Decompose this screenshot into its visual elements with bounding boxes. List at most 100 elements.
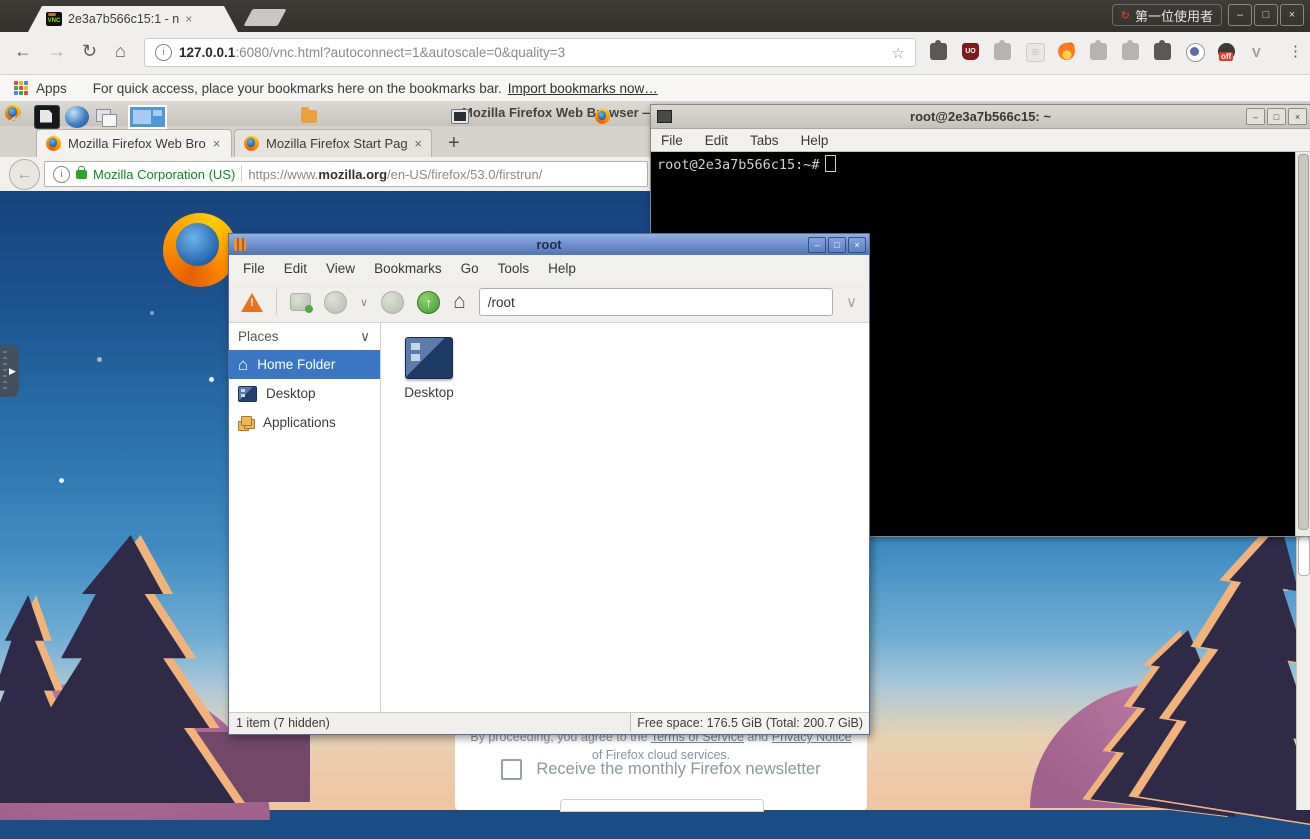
extension-puzzle-icon-5[interactable] — [1154, 43, 1171, 60]
newsletter-checkbox[interactable] — [501, 759, 522, 780]
firefox-tab-2[interactable]: Mozilla Firefox Start Pag × — [234, 129, 432, 157]
chrome-menu-icon[interactable]: ⋮ — [1288, 42, 1303, 60]
page-scrollbar-thumb[interactable] — [1298, 536, 1310, 576]
ublock-origin-icon[interactable]: UO — [962, 43, 979, 60]
extension-flame-icon[interactable] — [1057, 42, 1076, 61]
chrome-tab-title: 2e3a7b566c15:1 - n — [68, 12, 179, 26]
window-maximize-button[interactable]: □ — [1254, 4, 1278, 26]
back-icon[interactable]: ← — [14, 41, 32, 62]
terminal-minimize-button[interactable]: – — [1246, 108, 1265, 125]
window-minimize-button[interactable]: – — [1228, 4, 1252, 26]
bookmarks-bar: Apps For quick access, place your bookma… — [0, 75, 1310, 102]
chrome-tabstrip: VNC 2e3a7b566c15:1 - n × ↻ 第一位使用者 – □ × — [0, 0, 1310, 32]
page-info-icon[interactable]: i — [155, 44, 172, 61]
history-chevron-icon[interactable]: ∨ — [360, 296, 368, 309]
reload-icon[interactable]: ↻ — [82, 41, 97, 62]
terminal-menubar: File Edit Tabs Help — [651, 129, 1310, 152]
chrome-tab-vnc[interactable]: VNC 2e3a7b566c15:1 - n × — [28, 6, 238, 32]
fm-file-view[interactable]: Desktop — [381, 323, 869, 712]
home-icon[interactable]: ⌂ — [115, 41, 126, 62]
places-selector[interactable]: Places∨ — [229, 323, 380, 350]
menu-launcher-icon[interactable] — [5, 106, 29, 128]
fm-menu-go[interactable]: Go — [461, 261, 479, 276]
apps-grid-icon[interactable] — [14, 81, 28, 95]
extension-overflow-icon[interactable]: V — [1252, 45, 1261, 60]
info-icon[interactable]: i — [53, 166, 70, 183]
extension-puzzle-icon-1[interactable] — [930, 43, 947, 60]
terminal-window-icon — [657, 110, 672, 123]
sidebar-item-home[interactable]: ⌂ Home Folder — [229, 350, 380, 379]
fm-menu-tools[interactable]: Tools — [498, 261, 530, 276]
terminal-prompt: root@2e3a7b566c15:~# — [657, 157, 820, 173]
fm-item-count: 1 item (7 hidden) — [229, 716, 330, 730]
extension-proxy-icon[interactable]: off — [1218, 43, 1235, 60]
newsletter-label: Receive the monthly Firefox newsletter — [536, 760, 820, 779]
vnc-desktop: Mozilla Firefox Web Browser — Mozilla Fi… — [0, 101, 1310, 839]
firefox-favicon — [244, 136, 259, 151]
terminal-menu-file[interactable]: File — [661, 133, 683, 148]
import-bookmarks-link[interactable]: Import bookmarks now… — [508, 81, 658, 96]
terminal-close-button[interactable]: × — [1288, 108, 1307, 125]
tab-close-icon[interactable]: × — [414, 136, 422, 151]
fm-menu-edit[interactable]: Edit — [284, 261, 307, 276]
sidebar-item-desktop[interactable]: Desktop — [229, 379, 380, 408]
window-close-button[interactable]: × — [1280, 4, 1304, 26]
fm-toolbar: ! ∨ ↑ ⌂ /root ∨ — [229, 282, 869, 323]
extension-puzzle-icon-3[interactable] — [1090, 43, 1107, 60]
file-item-desktop[interactable]: Desktop — [397, 337, 461, 400]
bookmarks-hint: For quick access, place your bookmarks h… — [93, 81, 502, 96]
nav-up-icon[interactable]: ↑ — [417, 291, 440, 314]
terminal-menu-edit[interactable]: Edit — [705, 133, 728, 148]
fm-menu-view[interactable]: View — [326, 261, 355, 276]
firefox-logo — [163, 213, 237, 287]
expand-arrow-icon: ▶ — [9, 366, 16, 377]
firefox-new-tab-icon[interactable]: + — [448, 132, 460, 155]
firefox-icon — [595, 109, 610, 124]
firefox-window-title: Mozilla Firefox Web Browser — — [462, 105, 655, 120]
terminal-menu-tabs[interactable]: Tabs — [750, 133, 779, 148]
folder-desktop-icon — [405, 337, 453, 379]
terminal-scrollbar[interactable] — [1295, 152, 1310, 536]
fm-menu-bookmarks[interactable]: Bookmarks — [374, 261, 442, 276]
extension-bubble-icon[interactable] — [1186, 43, 1205, 62]
identity-label[interactable]: Mozilla Corporation (US) — [93, 167, 235, 182]
novnc-control-handle[interactable]: ▶ — [0, 345, 19, 397]
chevron-down-icon: ∨ — [360, 329, 370, 345]
iconify-windows-icon[interactable] — [94, 106, 118, 128]
extension-puzzle-icon-2[interactable] — [994, 43, 1011, 60]
file-manager-launcher-icon[interactable] — [34, 105, 60, 129]
desktop-icon — [238, 386, 257, 402]
side-pane-icon[interactable]: ∨ — [846, 293, 857, 311]
chrome-new-tab-button[interactable] — [243, 9, 286, 26]
terminal-titlebar[interactable]: root@2e3a7b566c15: ~ – □ × — [651, 105, 1310, 129]
user-badge-label: 第一位使用者 — [1135, 6, 1213, 25]
fm-menu-file[interactable]: File — [243, 261, 265, 276]
fm-path-input[interactable]: /root — [479, 288, 833, 316]
form-submit-button[interactable] — [560, 799, 764, 812]
firefox-tab-1[interactable]: Mozilla Firefox Web Bro × — [36, 129, 232, 157]
extension-grid-icon[interactable]: ⊞ — [1026, 43, 1045, 62]
extension-puzzle-icon-4[interactable] — [1122, 43, 1139, 60]
sidebar-item-applications[interactable]: Applications — [229, 408, 380, 437]
file-manager-window: root – □ × File Edit View Bookmarks Go T… — [228, 233, 870, 735]
terminal-maximize-button[interactable]: □ — [1267, 108, 1286, 125]
session-user-badge[interactable]: ↻ 第一位使用者 — [1112, 4, 1222, 26]
workspace-1[interactable] — [128, 105, 167, 129]
firefox-back-button[interactable]: ← — [9, 159, 40, 190]
tab-close-icon[interactable]: × — [213, 136, 221, 151]
chrome-tab-close-icon[interactable]: × — [185, 12, 192, 26]
go-home-icon[interactable]: ⌂ — [453, 290, 466, 314]
bookmark-star-icon[interactable]: ☆ — [892, 44, 905, 62]
browser-launcher-icon[interactable] — [65, 106, 89, 128]
warning-icon[interactable]: ! — [241, 293, 263, 312]
chrome-url-bar[interactable]: i 127.0.0.1:6080/vnc.html?autoconnect=1&… — [144, 38, 916, 67]
terminal-scrollbar-thumb[interactable] — [1298, 154, 1309, 530]
fm-titlebar[interactable]: root – □ × — [229, 234, 869, 255]
apps-label[interactable]: Apps — [36, 81, 67, 96]
url-host: 127.0.0.1 — [179, 45, 235, 60]
fm-menu-help[interactable]: Help — [548, 261, 576, 276]
terminal-menu-help[interactable]: Help — [801, 133, 829, 148]
star-dot — [150, 311, 154, 315]
folder-icon — [301, 110, 317, 123]
firefox-url-bar[interactable]: i Mozilla Corporation (US) https://www.m… — [44, 161, 648, 187]
